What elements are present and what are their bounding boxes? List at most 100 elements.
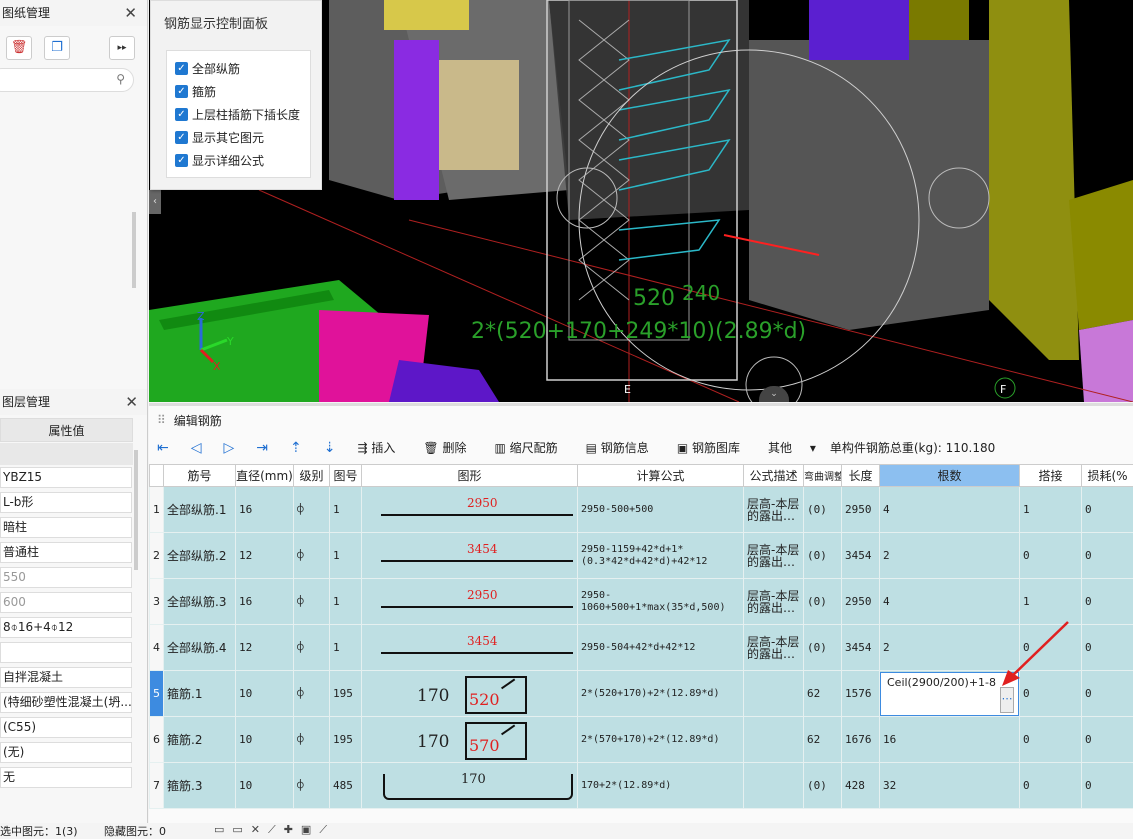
lap[interactable]: 0 bbox=[1020, 717, 1082, 763]
row-number[interactable]: 2 bbox=[150, 533, 164, 579]
checkbox-icon[interactable]: ✓ bbox=[175, 108, 188, 121]
loss[interactable]: 0 bbox=[1082, 579, 1133, 625]
prop-value[interactable]: 无 bbox=[0, 767, 132, 788]
scale-rebar-button[interactable]: ▥ 缩尺配筋 bbox=[494, 439, 571, 456]
diameter[interactable]: 16 bbox=[236, 487, 294, 533]
column-header[interactable]: 搭接 bbox=[1020, 465, 1082, 487]
insert-button[interactable]: ⇶ 插入 bbox=[358, 439, 410, 456]
length[interactable]: 2950 bbox=[842, 487, 880, 533]
count-input[interactable]: Ceil(2900/200)+1-8 bbox=[887, 676, 996, 689]
prop-value[interactable]: YBZ15 bbox=[0, 467, 132, 488]
prev-icon[interactable]: ◁ bbox=[191, 440, 202, 456]
shape-cell[interactable]: 2950 bbox=[362, 579, 578, 625]
column-header[interactable]: 筋号 bbox=[164, 465, 236, 487]
move-down-icon[interactable]: ⇣ bbox=[324, 440, 336, 456]
formula[interactable]: 2*(570+170)+2*(12.89*d) bbox=[578, 717, 744, 763]
bend-adjust[interactable]: (0) bbox=[804, 579, 842, 625]
loss[interactable]: 0 bbox=[1082, 487, 1133, 533]
formula[interactable]: 2950-504+42*d+42*12 bbox=[578, 625, 744, 671]
option-checkbox[interactable]: ✓全部纵筋 bbox=[167, 57, 310, 80]
ellipsis-button[interactable]: ⋯ bbox=[1000, 687, 1014, 713]
bend-adjust[interactable]: (0) bbox=[804, 533, 842, 579]
lap[interactable]: 1 bbox=[1020, 487, 1082, 533]
last-icon[interactable]: ⇥ bbox=[256, 440, 268, 456]
grade[interactable]: ⌽ bbox=[294, 579, 330, 625]
table-row[interactable]: 2全部纵筋.212⌽134542950-1159+42*d+1*(0.3*42*… bbox=[150, 533, 1133, 579]
formula-desc[interactable]: 层高-本层的露出… bbox=[744, 579, 804, 625]
checkbox-icon[interactable]: ✓ bbox=[175, 131, 188, 144]
rebar-name[interactable]: 箍筋.1 bbox=[164, 671, 236, 717]
grade[interactable]: ⌽ bbox=[294, 671, 330, 717]
rebar-name[interactable]: 全部纵筋.4 bbox=[164, 625, 236, 671]
close-icon[interactable]: ✕ bbox=[124, 0, 137, 26]
count-cell[interactable]: 4 bbox=[880, 579, 1020, 625]
shape-cell[interactable]: 2950 bbox=[362, 487, 578, 533]
prop-value[interactable]: 600 bbox=[0, 592, 132, 613]
count-cell[interactable]: Ceil(2900/200)+1-8 ⋯ bbox=[880, 671, 1020, 717]
formula-desc[interactable] bbox=[744, 671, 804, 717]
prop-value[interactable]: 普通柱 bbox=[0, 542, 132, 563]
table-row[interactable]: 5箍筋.110⌽1951705202*(520+170)+2*(12.89*d)… bbox=[150, 671, 1133, 717]
column-header[interactable]: 级别 bbox=[294, 465, 330, 487]
row-number[interactable]: 6 bbox=[150, 717, 164, 763]
column-header[interactable]: 图号 bbox=[330, 465, 362, 487]
shape-cell[interactable]: 3454 bbox=[362, 533, 578, 579]
shape-cell[interactable]: 170520 bbox=[362, 671, 578, 717]
formula-desc[interactable] bbox=[744, 717, 804, 763]
status-tools[interactable]: ▭▭✕⟋✚▣⟋ bbox=[214, 823, 335, 837]
rebar-name[interactable]: 全部纵筋.1 bbox=[164, 487, 236, 533]
bend-adjust[interactable]: (0) bbox=[804, 763, 842, 809]
table-row[interactable]: 4全部纵筋.412⌽134542950-504+42*d+42*12层高-本层的… bbox=[150, 625, 1133, 671]
row-number[interactable]: 1 bbox=[150, 487, 164, 533]
formula-desc[interactable] bbox=[744, 763, 804, 809]
count-cell[interactable]: 32 bbox=[880, 763, 1020, 809]
grade[interactable]: ⌽ bbox=[294, 625, 330, 671]
prop-value[interactable]: L-b形 bbox=[0, 492, 132, 513]
column-header[interactable] bbox=[150, 465, 164, 487]
count-editor[interactable]: Ceil(2900/200)+1-8 ⋯ bbox=[880, 672, 1019, 716]
bend-adjust[interactable]: (0) bbox=[804, 487, 842, 533]
shape-cell[interactable]: 170570 bbox=[362, 717, 578, 763]
bend-adjust[interactable]: 62 bbox=[804, 717, 842, 763]
column-header[interactable]: 直径(mm) bbox=[236, 465, 294, 487]
prop-value[interactable]: 自拌混凝土 bbox=[0, 667, 132, 688]
collapse-handle[interactable]: ‹ bbox=[149, 190, 161, 214]
count-cell[interactable]: 4 bbox=[880, 487, 1020, 533]
figure-number[interactable]: 1 bbox=[330, 487, 362, 533]
shape-cell[interactable]: 3454 bbox=[362, 625, 578, 671]
table-row[interactable]: 1全部纵筋.116⌽129502950-500+500层高-本层的露出…(0)2… bbox=[150, 487, 1133, 533]
formula[interactable]: 170+2*(12.89*d) bbox=[578, 763, 744, 809]
grade[interactable]: ⌽ bbox=[294, 487, 330, 533]
next-icon[interactable]: ▷ bbox=[224, 440, 235, 456]
length[interactable]: 3454 bbox=[842, 625, 880, 671]
rebar-name[interactable]: 全部纵筋.3 bbox=[164, 579, 236, 625]
checkbox-icon[interactable]: ✓ bbox=[175, 85, 188, 98]
column-header[interactable]: 图形 bbox=[362, 465, 578, 487]
formula-desc[interactable]: 层高-本层的露出… bbox=[744, 487, 804, 533]
length[interactable]: 428 bbox=[842, 763, 880, 809]
figure-number[interactable]: 1 bbox=[330, 533, 362, 579]
trash-icon[interactable]: 🗑 bbox=[6, 36, 32, 60]
table-row[interactable]: 3全部纵筋.316⌽129502950-1060+500+1*max(35*d,… bbox=[150, 579, 1133, 625]
lap[interactable]: 0 bbox=[1020, 763, 1082, 809]
formula[interactable]: 2950-500+500 bbox=[578, 487, 744, 533]
table-row[interactable]: 7箍筋.310⌽485170170+2*(12.89*d)(0)4283200 bbox=[150, 763, 1133, 809]
loss[interactable]: 0 bbox=[1082, 671, 1133, 717]
close-icon[interactable]: ✕ bbox=[125, 389, 138, 415]
column-header[interactable]: 计算公式 bbox=[578, 465, 744, 487]
search-icon[interactable]: ⚲ bbox=[116, 72, 125, 86]
shape-cell[interactable]: 170 bbox=[362, 763, 578, 809]
bend-adjust[interactable]: 62 bbox=[804, 671, 842, 717]
formula[interactable]: 2950-1060+500+1*max(35*d,500) bbox=[578, 579, 744, 625]
length[interactable]: 3454 bbox=[842, 533, 880, 579]
row-number[interactable]: 4 bbox=[150, 625, 164, 671]
first-icon[interactable]: ⇤ bbox=[157, 440, 169, 456]
expand-icon[interactable]: ▸▸ bbox=[109, 36, 135, 60]
loss[interactable]: 0 bbox=[1082, 763, 1133, 809]
loss[interactable]: 0 bbox=[1082, 717, 1133, 763]
prop-value[interactable]: 暗柱 bbox=[0, 517, 132, 538]
formula-desc[interactable]: 层高-本层的露出… bbox=[744, 533, 804, 579]
prop-value[interactable]: (特细砂塑性混凝土(坍... bbox=[0, 692, 132, 713]
option-checkbox[interactable]: ✓显示其它图元 bbox=[167, 126, 310, 149]
count-cell[interactable]: 16 bbox=[880, 717, 1020, 763]
